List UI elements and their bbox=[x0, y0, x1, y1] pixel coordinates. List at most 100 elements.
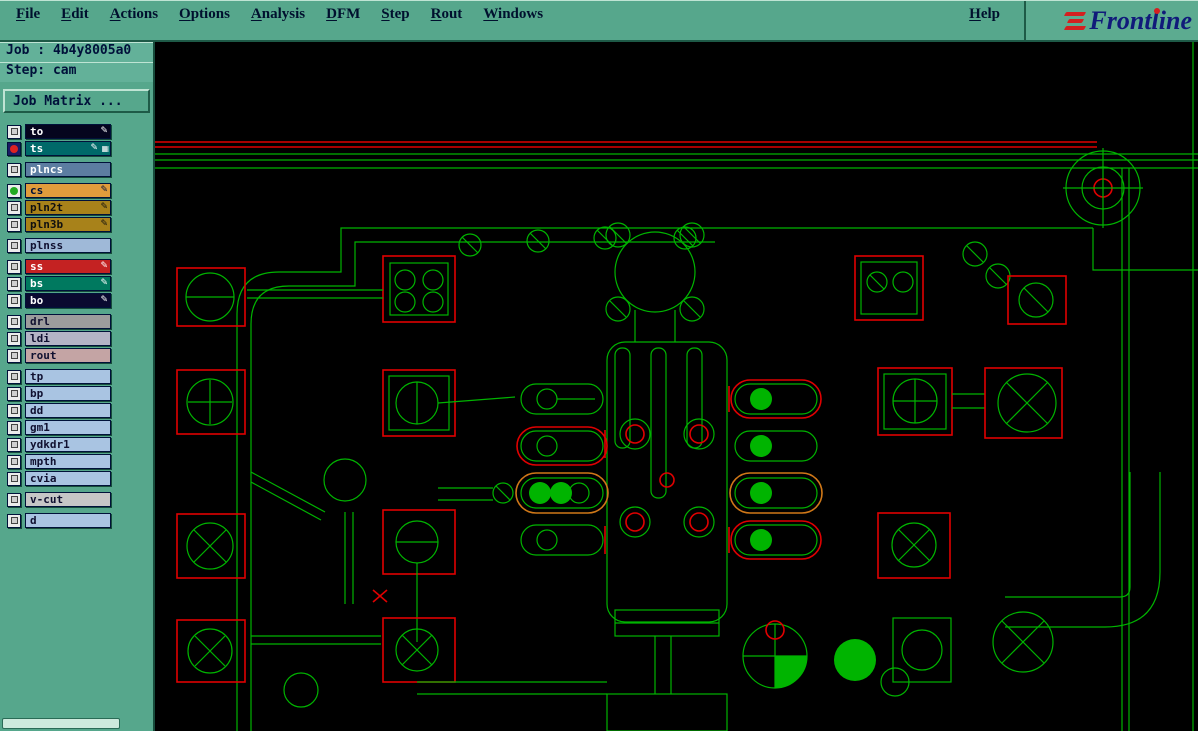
layer-visibility-checkbox-bp[interactable] bbox=[7, 386, 21, 401]
layer-visibility-checkbox-v-cut[interactable] bbox=[7, 492, 21, 507]
grid-icon: ▦ bbox=[101, 144, 109, 153]
layer-row-tp: tp bbox=[7, 369, 153, 384]
layer-visibility-checkbox-cs[interactable] bbox=[7, 183, 21, 198]
layer-row-rout: rout bbox=[7, 348, 153, 363]
left-capsule-pads bbox=[492, 383, 609, 556]
pen-icon: ✎ bbox=[100, 261, 108, 271]
left-pad-column bbox=[176, 267, 246, 683]
sidebar: Job : 4b4y8005a0 Step: cam Job Matrix ..… bbox=[0, 42, 155, 731]
layer-label-ydkdr1[interactable]: ydkdr1 bbox=[25, 437, 111, 452]
layer-visibility-checkbox-plnss[interactable] bbox=[7, 238, 21, 253]
layer-label-plnss[interactable]: plnss bbox=[25, 238, 111, 253]
layer-label-ldi[interactable]: ldi bbox=[25, 331, 111, 346]
layer-row-pln2t: pln2t ✎ bbox=[7, 200, 153, 215]
job-label: Job : 4b4y8005a0 bbox=[0, 42, 153, 62]
layer-label-cvia[interactable]: cvia bbox=[25, 471, 111, 486]
layer-label-ss[interactable]: ss ✎ bbox=[25, 259, 111, 274]
layer-row-ts: ts ✎ ▦ bbox=[7, 141, 153, 156]
layer-visibility-checkbox-tp[interactable] bbox=[7, 369, 21, 384]
layer-visibility-checkbox-bs[interactable] bbox=[7, 276, 21, 291]
layer-visibility-checkbox-dd[interactable] bbox=[7, 403, 21, 418]
layer-row-gm1: gm1 bbox=[7, 420, 153, 435]
layer-visibility-checkbox-cvia[interactable] bbox=[7, 471, 21, 486]
layer-label-pln2t[interactable]: pln2t ✎ bbox=[25, 200, 111, 215]
layer-label-bp[interactable]: bp bbox=[25, 386, 111, 401]
layer-label-pln3b[interactable]: pln3b ✎ bbox=[25, 217, 111, 232]
bottom-features bbox=[283, 458, 1054, 731]
board-outline bbox=[236, 227, 1198, 731]
layer-label-dd[interactable]: dd bbox=[25, 403, 111, 418]
layer-list: to ✎ ts ✎ ▦ plncs cs ✎ pln2t ✎ pln3b ✎ plnss ss ✎ bs ✎ bo… bbox=[0, 122, 153, 528]
menu-bar-items: File Edit Actions Options Analysis DFM Step Rou… bbox=[16, 6, 543, 23]
layer-label-v-cut[interactable]: v-cut bbox=[25, 492, 111, 507]
right-capsule-pads bbox=[728, 379, 823, 560]
layer-label-drl[interactable]: drl bbox=[25, 314, 111, 329]
layer-label-mpth[interactable]: mpth bbox=[25, 454, 111, 469]
layer-label-bo[interactable]: bo ✎ bbox=[25, 293, 111, 308]
layer-visibility-checkbox-d[interactable] bbox=[7, 513, 21, 528]
pen-icon: ✎ bbox=[100, 185, 108, 195]
layer-visibility-checkbox-drl[interactable] bbox=[7, 314, 21, 329]
layer-visibility-checkbox-pln3b[interactable] bbox=[7, 217, 21, 232]
menu-file[interactable]: File bbox=[16, 6, 40, 23]
layer-visibility-checkbox-to[interactable] bbox=[7, 124, 21, 139]
menu-rout[interactable]: Rout bbox=[431, 6, 463, 23]
layer-visibility-checkbox-ldi[interactable] bbox=[7, 331, 21, 346]
menu-analysis[interactable]: Analysis bbox=[251, 6, 305, 23]
layer-label-plncs[interactable]: plncs bbox=[25, 162, 111, 177]
menu-windows[interactable]: Windows bbox=[483, 6, 543, 23]
logo-i-dot-icon bbox=[1154, 8, 1160, 14]
menu-options[interactable]: Options bbox=[179, 6, 230, 23]
menu-dfm[interactable]: DFM bbox=[326, 6, 360, 23]
layer-label-d[interactable]: d bbox=[25, 513, 111, 528]
traces bbox=[247, 289, 1161, 695]
center-connector bbox=[605, 222, 705, 342]
layer-visibility-checkbox-ss[interactable] bbox=[7, 259, 21, 274]
layer-visibility-checkbox-ydkdr1[interactable] bbox=[7, 437, 21, 452]
layer-row-d: d bbox=[7, 513, 153, 528]
pen-icon: ✎ bbox=[100, 219, 108, 229]
layer-label-to[interactable]: to ✎ bbox=[25, 124, 111, 139]
layer-visibility-checkbox-mpth[interactable] bbox=[7, 454, 21, 469]
layer-visibility-checkbox-ts[interactable] bbox=[7, 141, 21, 156]
pen-icon: ✎ bbox=[100, 202, 108, 212]
pcb-canvas[interactable] bbox=[155, 42, 1198, 731]
layer-label-rout[interactable]: rout bbox=[25, 348, 111, 363]
layer-row-ldi: ldi bbox=[7, 331, 153, 346]
brand-name: Frontline bbox=[1089, 5, 1192, 35]
brand-panel: Frontline bbox=[1024, 1, 1198, 41]
right-pad-group bbox=[854, 241, 1067, 579]
layer-row-plnss: plnss bbox=[7, 238, 153, 253]
menu-help[interactable]: Help bbox=[969, 6, 1000, 23]
frontline-speed-lines-icon bbox=[1064, 11, 1087, 30]
layer-row-drl: drl bbox=[7, 314, 153, 329]
layer-row-ydkdr1: ydkdr1 bbox=[7, 437, 153, 452]
layer-label-cs[interactable]: cs ✎ bbox=[25, 183, 111, 198]
layer-row-mpth: mpth bbox=[7, 454, 153, 469]
layer-visibility-checkbox-plncs[interactable] bbox=[7, 162, 21, 177]
menu-step[interactable]: Step bbox=[381, 6, 409, 23]
application-window: File Edit Actions Options Analysis DFM Step Rou… bbox=[0, 0, 1198, 731]
layer-visibility-checkbox-rout[interactable] bbox=[7, 348, 21, 363]
top-rails bbox=[155, 42, 1198, 731]
layer-visibility-checkbox-bo[interactable] bbox=[7, 293, 21, 308]
pen-icon: ✎ bbox=[100, 278, 108, 288]
layer-label-gm1[interactable]: gm1 bbox=[25, 420, 111, 435]
menu-actions[interactable]: Actions bbox=[110, 6, 158, 23]
layer-label-ts[interactable]: ts ✎ ▦ bbox=[25, 141, 111, 156]
menu-edit[interactable]: Edit bbox=[61, 6, 89, 23]
layer-visibility-checkbox-pln2t[interactable] bbox=[7, 200, 21, 215]
pcb-artwork bbox=[155, 42, 1198, 731]
layer-visibility-checkbox-gm1[interactable] bbox=[7, 420, 21, 435]
sidebar-resize-handle[interactable] bbox=[2, 718, 120, 729]
layer-row-ss: ss ✎ bbox=[7, 259, 153, 274]
layer-row-bp: bp bbox=[7, 386, 153, 401]
layer-row-bs: bs ✎ bbox=[7, 276, 153, 291]
layer-row-to: to ✎ bbox=[7, 124, 153, 139]
layer-row-bo: bo ✎ bbox=[7, 293, 153, 308]
layer-row-plncs: plncs bbox=[7, 162, 153, 177]
layer-label-bs[interactable]: bs ✎ bbox=[25, 276, 111, 291]
layer-label-tp[interactable]: tp bbox=[25, 369, 111, 384]
job-matrix-button[interactable]: Job Matrix ... bbox=[3, 89, 150, 113]
pen-icon: ✎ bbox=[100, 295, 108, 305]
